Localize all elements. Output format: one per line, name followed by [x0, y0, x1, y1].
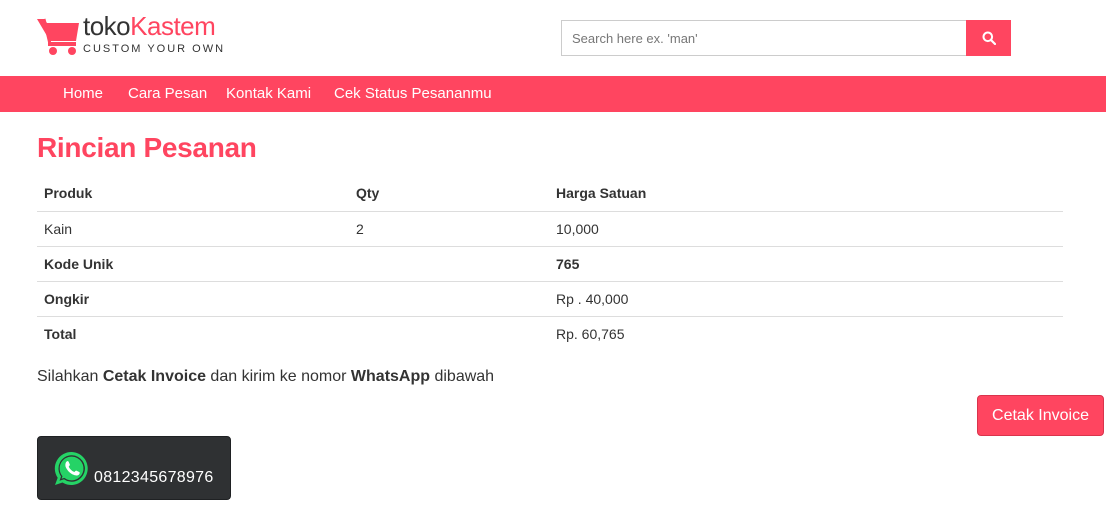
- logo-text-kastem: Kastem: [130, 11, 216, 41]
- nav-item-cek-status[interactable]: Cek Status Pesananmu: [334, 76, 492, 112]
- product-price: 10,000: [556, 220, 599, 237]
- nav-item-cara-pesan[interactable]: Cara Pesan: [128, 76, 207, 112]
- product-name: Kain: [44, 220, 73, 237]
- order-details-table: Produk Qty Harga Satuan Kain 2 10,000 Ko…: [37, 176, 1063, 351]
- logo-text-toko: toko: [83, 11, 131, 41]
- main-nav: Home Cara Pesan Kontak Kami Cek Status P…: [0, 76, 1106, 112]
- kode-unik-row: Kode Unik 765: [37, 245, 1063, 281]
- kode-unik-label: Kode Unik: [37, 245, 349, 281]
- whatsapp-number: 0812345678976: [94, 469, 214, 486]
- logo-tagline: CUSTOM YOUR OWN: [83, 43, 226, 55]
- column-header-harga: Harga Satuan: [549, 176, 1063, 212]
- search-input[interactable]: [561, 20, 967, 56]
- instruction-cetak-invoice: Cetak Invoice: [102, 368, 206, 385]
- whatsapp-contact-button[interactable]: 0812345678976: [37, 436, 231, 500]
- total-value: Rp. 60,765: [549, 315, 1063, 351]
- nav-item-kontak-kami[interactable]: Kontak Kami: [226, 76, 311, 112]
- site-header: tokoKastem CUSTOM YOUR OWN: [0, 0, 1106, 76]
- search-bar: [561, 20, 1011, 56]
- product-qty: 2: [356, 220, 364, 237]
- ongkir-value: Rp . 40,000: [549, 280, 1063, 316]
- ongkir-row: Ongkir Rp . 40,000: [37, 280, 1063, 316]
- invoice-instruction: Silahkan Cetak Invoice dan kirim ke nomo…: [37, 368, 495, 385]
- nav-item-home[interactable]: Home: [63, 76, 103, 112]
- site-logo[interactable]: tokoKastem CUSTOM YOUR OWN: [36, 11, 236, 62]
- shopping-cart-icon: [37, 18, 79, 55]
- instruction-whatsapp: WhatsApp: [350, 368, 431, 385]
- whatsapp-icon: [54, 451, 88, 485]
- page-title: Rincian Pesanan: [37, 132, 257, 163]
- print-invoice-button[interactable]: Cetak Invoice: [977, 395, 1104, 436]
- column-header-produk: Produk: [37, 176, 349, 212]
- kode-unik-value: 765: [549, 245, 1063, 281]
- column-header-qty: Qty: [349, 176, 549, 212]
- total-label: Total: [37, 315, 349, 351]
- ongkir-label: Ongkir: [37, 280, 349, 316]
- search-icon: [982, 31, 996, 45]
- total-row: Total Rp. 60,765: [37, 315, 1063, 351]
- table-row: Kain 2 10,000: [37, 211, 1063, 246]
- search-button[interactable]: [966, 20, 1011, 56]
- table-header-row: Produk Qty Harga Satuan: [37, 176, 1063, 212]
- logo-wordmark: tokoKastem: [83, 11, 216, 42]
